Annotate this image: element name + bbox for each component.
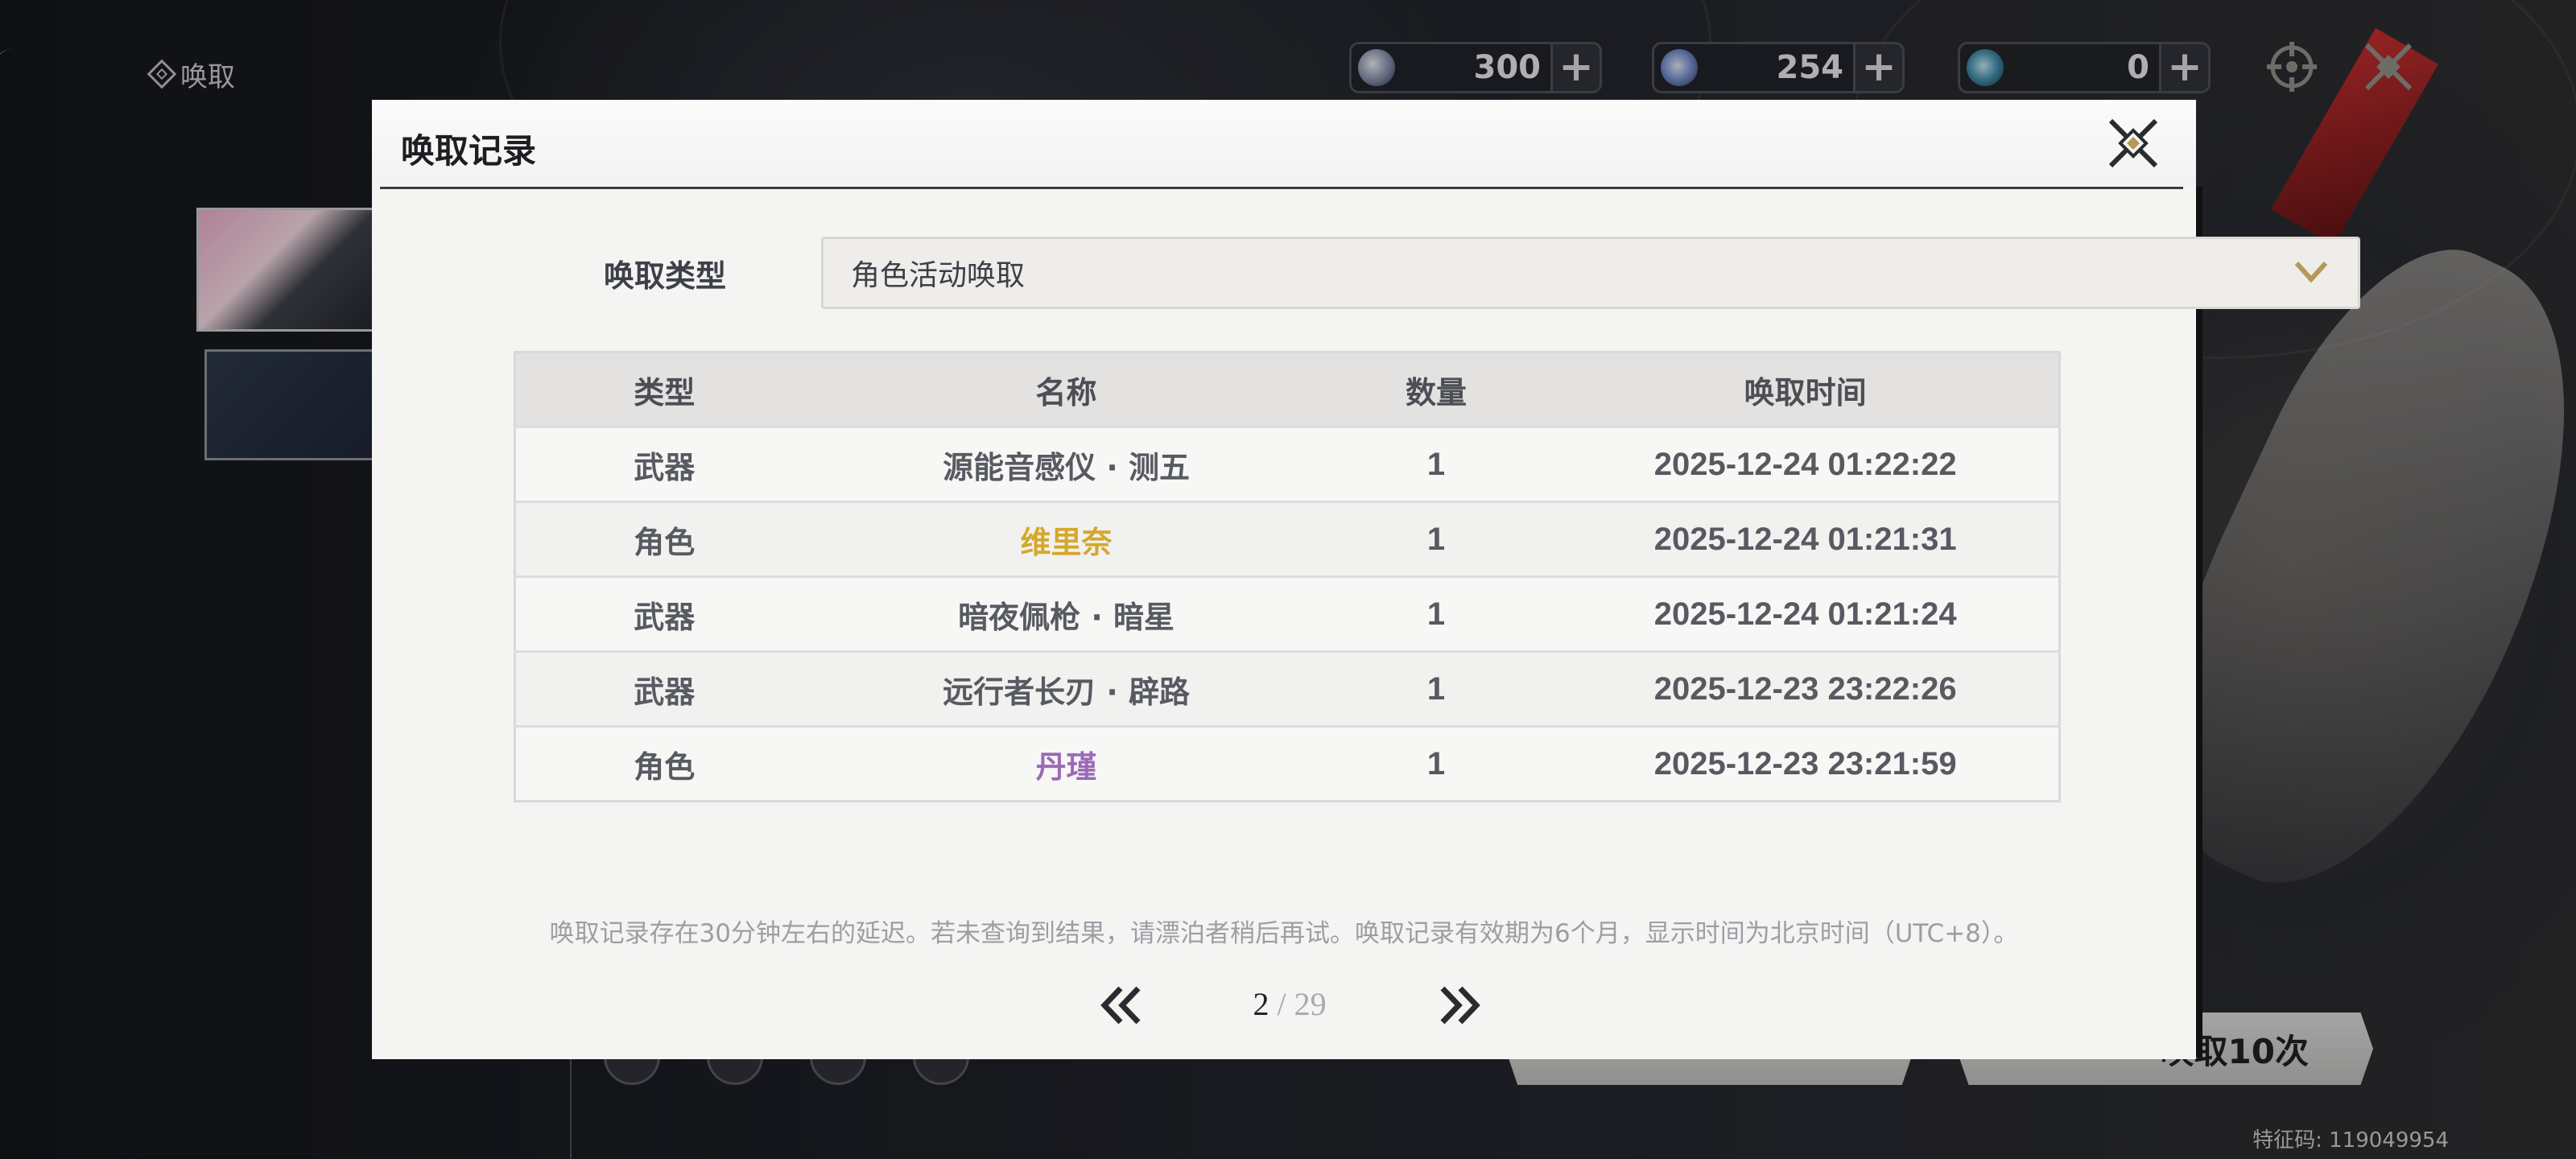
- cell-type: 武器: [514, 426, 813, 502]
- cell-time: 2025-12-24 01:22:22: [1552, 426, 2060, 502]
- table-header-row: 类型 名称 数量 唤取时间: [514, 352, 2060, 427]
- column-header: 数量: [1319, 352, 1553, 427]
- column-header: 唤取时间: [1552, 352, 2060, 427]
- cell-count: 1: [1319, 426, 1553, 502]
- table-row: 武器 远行者长刃 · 辟路 1 2025-12-23 23:22:26: [514, 650, 2060, 727]
- cell-count: 1: [1319, 575, 1553, 652]
- table-row: 角色 维里奈 1 2025-12-24 01:21:31: [514, 501, 2060, 577]
- dialog-header: 唤取记录: [372, 100, 2196, 187]
- chevron-down-icon: [2294, 261, 2328, 283]
- cell-time: 2025-12-24 01:21:24: [1552, 575, 2060, 652]
- pagination: 2 / 29: [372, 979, 2196, 1035]
- table-row: 角色 丹瑾 1 2025-12-23 23:21:59: [514, 725, 2060, 802]
- cell-name: 远行者长刃 · 辟路: [812, 650, 1320, 727]
- cell-name: 丹瑾: [812, 725, 1320, 802]
- dialog-close-button[interactable]: [2101, 111, 2165, 175]
- history-table: 类型 名称 数量 唤取时间 武器 源能音感仪 · 测五 1 2025-12-24…: [514, 351, 2061, 802]
- filter-label: 唤取类型: [604, 258, 727, 294]
- current-page: 2: [1253, 986, 1269, 1022]
- table-row: 武器 源能音感仪 · 测五 1 2025-12-24 01:22:22: [514, 426, 2060, 502]
- cell-type: 武器: [514, 575, 813, 652]
- header-divider: [380, 187, 2183, 189]
- cell-count: 1: [1319, 501, 1553, 577]
- page-indicator: 2 / 29: [1209, 985, 1370, 1023]
- dropdown-value: 角色活动唤取: [851, 259, 1026, 292]
- cell-name: 维里奈: [812, 501, 1320, 577]
- cell-time: 2025-12-23 23:21:59: [1552, 725, 2060, 802]
- cell-type: 武器: [514, 650, 813, 727]
- table-row: 武器 暗夜佩枪 · 暗星 1 2025-12-24 01:21:24: [514, 575, 2060, 652]
- cell-name: 暗夜佩枪 · 暗星: [812, 575, 1320, 652]
- delay-notice: 唤取记录存在30分钟左右的延迟。若未查询到结果，请漂泊者稍后再试。唤取记录有效期…: [549, 919, 2019, 948]
- cell-type: 角色: [514, 501, 813, 577]
- cell-count: 1: [1319, 725, 1553, 802]
- total-pages: 29: [1294, 986, 1327, 1022]
- column-header: 类型: [514, 352, 813, 427]
- cell-time: 2025-12-24 01:21:31: [1552, 501, 2060, 577]
- cell-count: 1: [1319, 650, 1553, 727]
- cell-time: 2025-12-23 23:22:26: [1552, 650, 2060, 727]
- cell-type: 角色: [514, 725, 813, 802]
- convene-type-dropdown[interactable]: 角色活动唤取: [821, 237, 2360, 309]
- cell-name: 源能音感仪 · 测五: [812, 426, 1320, 502]
- page-separator: /: [1269, 986, 1294, 1022]
- dialog-title: 唤取记录: [401, 131, 537, 171]
- column-header: 名称: [812, 352, 1320, 427]
- convene-history-dialog: 唤取记录 唤取类型 角色活动唤取 类型 名称 数量 唤取时间 武器 源能音感仪: [372, 100, 2360, 1059]
- next-page-button[interactable]: [1436, 984, 1484, 1027]
- previous-page-button[interactable]: [1096, 984, 1145, 1027]
